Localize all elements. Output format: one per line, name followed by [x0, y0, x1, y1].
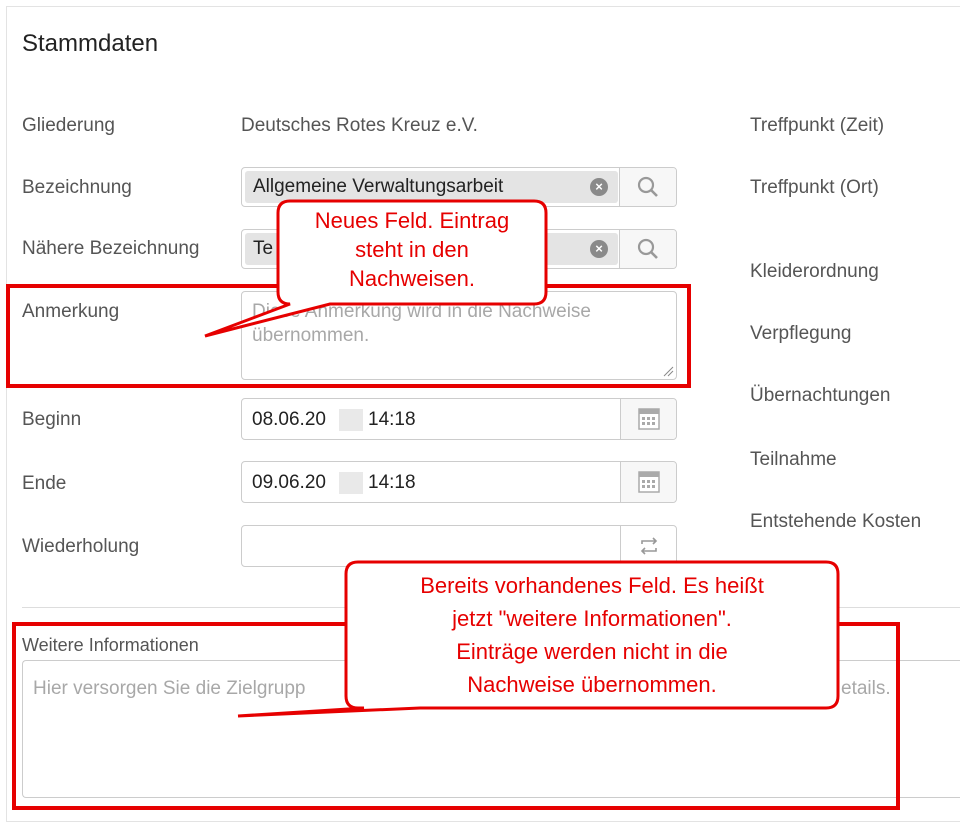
- callout-bereits-line2: jetzt "weitere Informationen".: [452, 606, 732, 631]
- callout-bereits-line3: Einträge werden nicht in die: [456, 639, 728, 664]
- callout-neu-line2: steht in den: [355, 237, 469, 262]
- callout-bereits-line1: Bereits vorhandenes Feld. Es heißt: [420, 573, 764, 598]
- callout-neu-text: Neues Feld. Eintrag steht in den Nachwei…: [280, 206, 544, 293]
- callout-bereits-text: Bereits vorhandenes Feld. Es heißt jetzt…: [348, 569, 836, 701]
- callout-neu-line3: Nachweisen.: [349, 266, 475, 291]
- callout-bereits-line4: Nachweise übernommen.: [467, 672, 717, 697]
- callout-neu-line1: Neues Feld. Eintrag: [314, 208, 510, 233]
